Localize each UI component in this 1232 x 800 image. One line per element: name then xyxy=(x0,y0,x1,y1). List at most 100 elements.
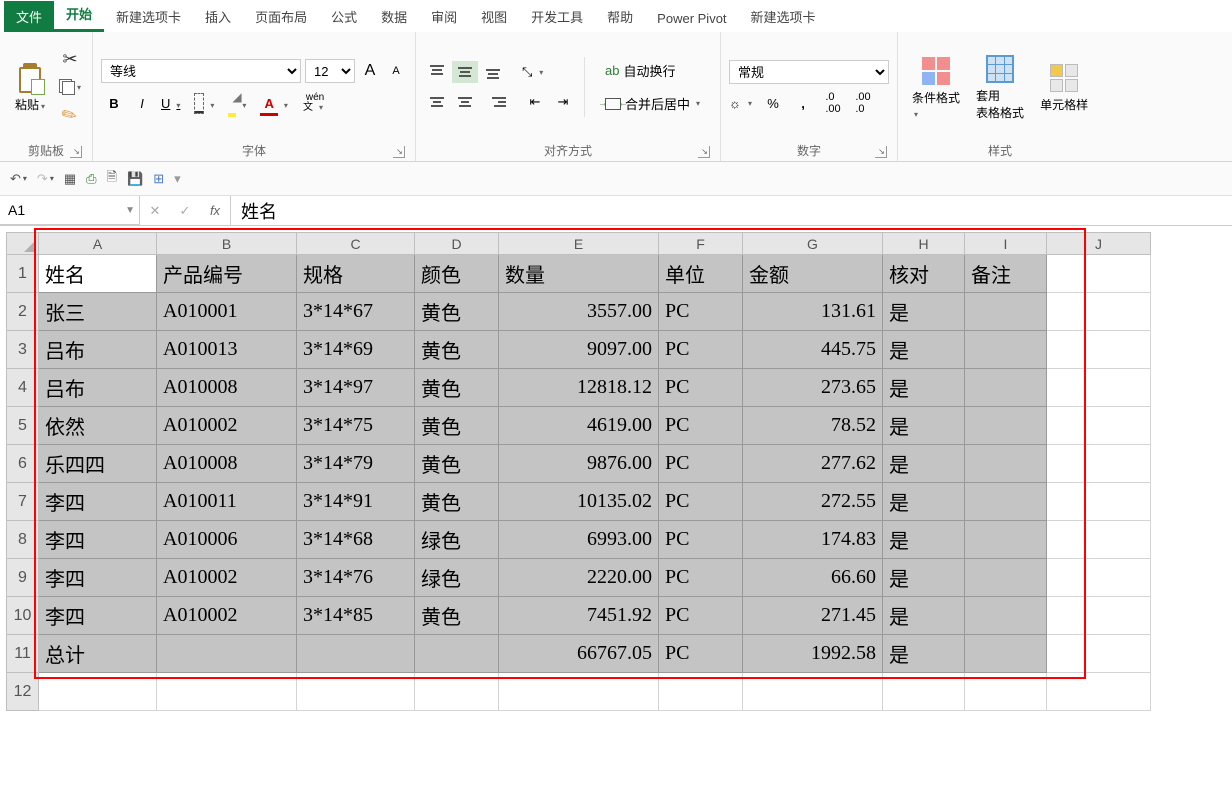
cell[interactable] xyxy=(965,673,1047,711)
cell[interactable]: 黄色 xyxy=(415,483,499,521)
cell[interactable]: 李四 xyxy=(39,559,157,597)
cell[interactable]: 是 xyxy=(883,559,965,597)
cell[interactable]: A010002 xyxy=(157,597,297,635)
cell[interactable] xyxy=(1047,597,1151,635)
qat-btn-5[interactable]: ⊞ xyxy=(153,171,164,187)
row-header-9[interactable]: 9 xyxy=(7,559,39,597)
cell-styles-button[interactable]: 单元格样 xyxy=(1034,60,1094,115)
row-header-7[interactable]: 7 xyxy=(7,483,39,521)
format-painter-button[interactable]: ✎ xyxy=(56,102,84,128)
cell[interactable]: 3*14*79 xyxy=(297,445,415,483)
row-header-12[interactable]: 12 xyxy=(7,673,39,711)
cell[interactable]: 核对 xyxy=(883,255,965,293)
cell[interactable]: 吕布 xyxy=(39,369,157,407)
cell[interactable]: A010001 xyxy=(157,293,297,331)
clipboard-dialog-launcher[interactable] xyxy=(70,146,82,158)
cell[interactable]: A010011 xyxy=(157,483,297,521)
decrease-font-button[interactable]: A xyxy=(385,65,407,77)
cell[interactable] xyxy=(965,483,1047,521)
col-header-F[interactable]: F xyxy=(659,233,743,255)
cell[interactable]: 是 xyxy=(883,635,965,673)
cell[interactable]: 规格 xyxy=(297,255,415,293)
cell[interactable] xyxy=(883,673,965,711)
row-header-5[interactable]: 5 xyxy=(7,407,39,445)
col-header-C[interactable]: C xyxy=(297,233,415,255)
cell[interactable]: 黄色 xyxy=(415,597,499,635)
cell[interactable] xyxy=(965,597,1047,635)
row-header-2[interactable]: 2 xyxy=(7,293,39,331)
cell[interactable]: PC xyxy=(659,293,743,331)
col-header-A[interactable]: A xyxy=(39,233,157,255)
cell[interactable]: A010002 xyxy=(157,407,297,445)
cell[interactable] xyxy=(1047,445,1151,483)
conditional-format-button[interactable]: 条件格式▾ xyxy=(906,53,966,122)
copy-button[interactable]: ▾ xyxy=(56,74,84,100)
cell[interactable] xyxy=(1047,635,1151,673)
cell[interactable]: 备注 xyxy=(965,255,1047,293)
cell[interactable] xyxy=(965,445,1047,483)
cell[interactable]: 3*14*69 xyxy=(297,331,415,369)
cell[interactable]: A010006 xyxy=(157,521,297,559)
increase-decimal-button[interactable]: .0.00 xyxy=(819,92,847,114)
row-header-11[interactable]: 11 xyxy=(7,635,39,673)
cell[interactable]: 单位 xyxy=(659,255,743,293)
cell[interactable] xyxy=(1047,369,1151,407)
tab-10[interactable]: 帮助 xyxy=(595,1,645,32)
cell[interactable] xyxy=(499,673,659,711)
cell[interactable]: 依然 xyxy=(39,407,157,445)
percent-button[interactable]: % xyxy=(759,92,787,114)
tab-0[interactable]: 文件 xyxy=(4,1,54,32)
cell[interactable]: 3*14*68 xyxy=(297,521,415,559)
cell[interactable]: 66767.05 xyxy=(499,635,659,673)
cut-button[interactable]: ✂ xyxy=(56,46,84,72)
cell[interactable]: 7451.92 xyxy=(499,597,659,635)
tab-12[interactable]: 新建选项卡 xyxy=(739,1,828,32)
tab-6[interactable]: 数据 xyxy=(369,1,419,32)
cell[interactable] xyxy=(297,635,415,673)
cell[interactable] xyxy=(157,673,297,711)
cell[interactable] xyxy=(743,673,883,711)
col-header-G[interactable]: G xyxy=(743,233,883,255)
tab-3[interactable]: 插入 xyxy=(193,1,243,32)
cell[interactable]: PC xyxy=(659,483,743,521)
cell[interactable]: 3*14*67 xyxy=(297,293,415,331)
paste-button[interactable]: 粘贴▾ xyxy=(8,60,52,115)
cell[interactable]: 产品编号 xyxy=(157,255,297,293)
number-dialog-launcher[interactable] xyxy=(875,146,887,158)
cell[interactable] xyxy=(297,673,415,711)
cell[interactable]: 10135.02 xyxy=(499,483,659,521)
col-header-J[interactable]: J xyxy=(1047,233,1151,255)
increase-font-button[interactable]: A xyxy=(359,62,381,80)
worksheet-grid[interactable]: ABCDEFGHIJ1姓名产品编号规格颜色数量单位金额核对备注2张三A01000… xyxy=(6,232,1151,711)
cell[interactable] xyxy=(39,673,157,711)
cell[interactable] xyxy=(965,521,1047,559)
cell[interactable] xyxy=(965,407,1047,445)
cell[interactable]: 3*14*91 xyxy=(297,483,415,521)
cell[interactable]: 12818.12 xyxy=(499,369,659,407)
wrap-text-button[interactable]: ab自动换行 xyxy=(599,57,706,84)
font-dialog-launcher[interactable] xyxy=(393,146,405,158)
align-left-button[interactable] xyxy=(424,91,450,113)
cell[interactable]: A010008 xyxy=(157,445,297,483)
formula-input[interactable]: 姓名 xyxy=(231,196,1232,225)
qat-customize[interactable]: ▾ xyxy=(174,171,181,187)
cell[interactable]: 黄色 xyxy=(415,407,499,445)
cell[interactable]: 李四 xyxy=(39,597,157,635)
cell[interactable]: A010008 xyxy=(157,369,297,407)
cell[interactable] xyxy=(415,673,499,711)
cell[interactable] xyxy=(965,559,1047,597)
cell[interactable]: 271.45 xyxy=(743,597,883,635)
cell[interactable]: 乐四四 xyxy=(39,445,157,483)
cell[interactable] xyxy=(965,331,1047,369)
cell[interactable]: 数量 xyxy=(499,255,659,293)
cell[interactable]: A010002 xyxy=(157,559,297,597)
align-right-button[interactable] xyxy=(480,91,506,113)
italic-button[interactable]: I xyxy=(129,94,155,113)
cell[interactable]: 吕布 xyxy=(39,331,157,369)
orientation-button[interactable]: ⤡▾ xyxy=(522,61,548,83)
cell[interactable]: PC xyxy=(659,597,743,635)
cell[interactable]: 是 xyxy=(883,445,965,483)
cell[interactable] xyxy=(1047,559,1151,597)
cell[interactable]: 131.61 xyxy=(743,293,883,331)
col-header-B[interactable]: B xyxy=(157,233,297,255)
